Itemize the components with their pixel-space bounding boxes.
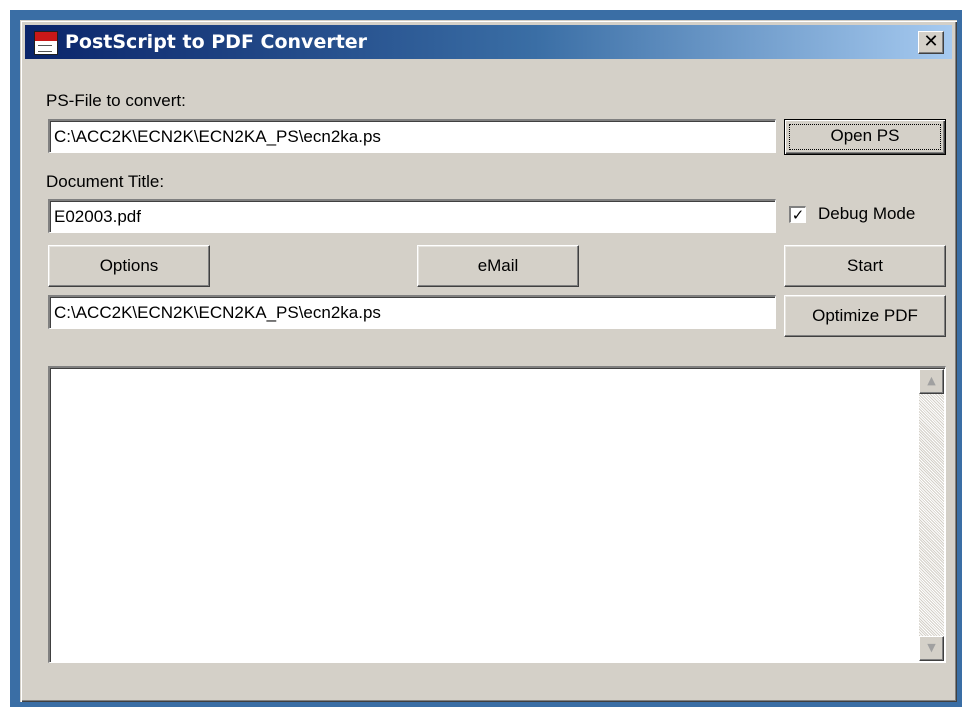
scroll-up-button[interactable]: ▲: [919, 369, 944, 394]
close-button[interactable]: ✕: [918, 31, 944, 54]
output-path-field[interactable]: [48, 295, 776, 329]
email-button-label: eMail: [477, 256, 519, 275]
scroll-down-arrow-icon: ▼: [927, 641, 936, 654]
options-button[interactable]: Options: [48, 245, 210, 287]
email-button[interactable]: eMail: [417, 245, 579, 287]
checkmark-icon: ✓: [791, 206, 805, 224]
vertical-scrollbar[interactable]: ▲ ▼: [919, 369, 944, 661]
document-title-label: Document Title:: [46, 172, 165, 191]
title-bar[interactable]: PostScript to PDF Converter ✕: [25, 25, 952, 59]
start-button[interactable]: Start: [784, 245, 946, 287]
converter-window: PostScript to PDF Converter ✕ PS-File to…: [20, 20, 957, 702]
document-title-input[interactable]: [52, 203, 773, 230]
ps-file-field[interactable]: [48, 119, 776, 153]
app-icon-header: [35, 32, 57, 41]
ps-file-input[interactable]: [52, 123, 773, 150]
window-title: PostScript to PDF Converter: [65, 31, 368, 53]
optimize-pdf-button[interactable]: Optimize PDF: [784, 295, 946, 337]
options-button-label: Options: [99, 256, 159, 275]
output-path-input[interactable]: [52, 299, 773, 326]
start-button-label: Start: [847, 256, 883, 275]
ps-file-label: PS-File to convert:: [46, 91, 186, 110]
pdf-app-icon: [34, 31, 58, 55]
document-title-field[interactable]: [48, 199, 776, 233]
debug-mode-checkbox[interactable]: ✓: [789, 206, 806, 223]
scroll-up-arrow-icon: ▲: [927, 374, 936, 387]
open-ps-button-label: Open PS: [830, 126, 900, 145]
close-icon: ✕: [923, 31, 939, 52]
scroll-down-button[interactable]: ▼: [919, 636, 944, 661]
open-ps-button[interactable]: Open PS: [784, 119, 946, 155]
debug-mode-label[interactable]: Debug Mode: [818, 204, 915, 224]
app-icon-lines: [38, 45, 52, 52]
log-memo[interactable]: ▲ ▼: [48, 366, 946, 663]
optimize-pdf-button-label: Optimize PDF: [812, 306, 918, 325]
